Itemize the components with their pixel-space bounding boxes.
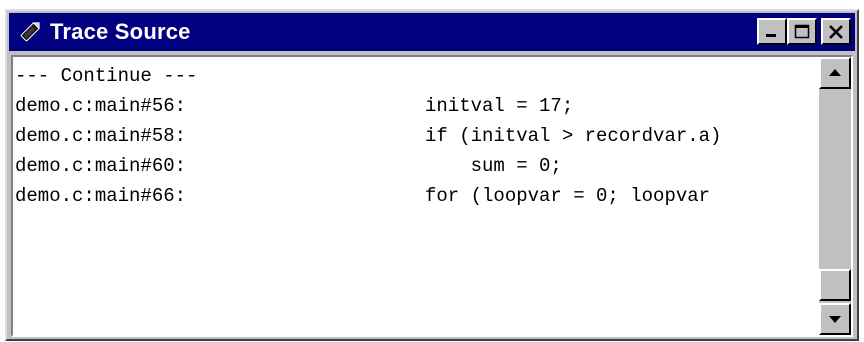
trace-line[interactable]: demo.c:main#66: for (loopvar = 0; loopva… bbox=[15, 181, 823, 211]
arrow-up-icon bbox=[829, 69, 841, 76]
maximize-button[interactable] bbox=[787, 18, 817, 45]
trace-line[interactable]: demo.c:main#60: sum = 0; bbox=[15, 151, 823, 181]
trace-location: --- Continue --- bbox=[15, 65, 198, 87]
trace-code: sum = 0; bbox=[425, 155, 562, 177]
scroll-down-button[interactable] bbox=[819, 303, 851, 335]
trace-location: demo.c:main#66: bbox=[15, 185, 187, 207]
window-title: Trace Source bbox=[50, 19, 191, 44]
scroll-up-button[interactable] bbox=[819, 57, 851, 89]
trace-code: if (initval > recordvar.a) bbox=[425, 125, 722, 147]
trace-location: demo.c:main#58: bbox=[15, 125, 187, 147]
trace-source-window: Trace Source --- Continue --- demo.c:mai… bbox=[5, 9, 859, 341]
arrow-down-icon bbox=[829, 316, 841, 323]
caption-buttons bbox=[757, 18, 851, 45]
close-icon bbox=[829, 24, 843, 39]
trace-line[interactable]: demo.c:main#58: if (initval > recordvar.… bbox=[15, 121, 823, 151]
title-bar[interactable]: Trace Source bbox=[9, 13, 855, 51]
trace-code: for (loopvar = 0; loopvar bbox=[425, 185, 711, 207]
trace-line[interactable]: --- Continue --- bbox=[15, 61, 823, 91]
minimize-icon bbox=[766, 33, 776, 37]
trace-line[interactable]: demo.c:main#56: initval = 17; bbox=[15, 91, 823, 121]
vertical-scrollbar[interactable] bbox=[819, 57, 851, 335]
trace-location: demo.c:main#56: bbox=[15, 95, 187, 117]
pen-icon bbox=[15, 17, 45, 47]
trace-output-pane[interactable]: --- Continue --- demo.c:main#56: initval… bbox=[11, 55, 853, 337]
minimize-button[interactable] bbox=[757, 18, 787, 45]
trace-lines: --- Continue --- demo.c:main#56: initval… bbox=[15, 61, 823, 333]
close-button[interactable] bbox=[821, 18, 851, 45]
maximize-icon bbox=[794, 24, 810, 38]
trace-location: demo.c:main#60: bbox=[15, 155, 187, 177]
trace-code: initval = 17; bbox=[425, 95, 574, 117]
scrollbar-thumb[interactable] bbox=[819, 269, 851, 301]
